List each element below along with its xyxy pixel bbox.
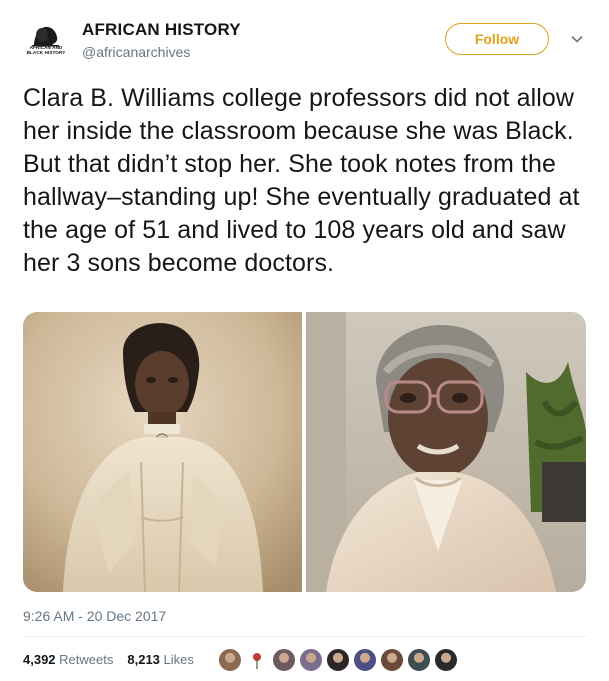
likes-stat[interactable]: 8,213 Likes (127, 652, 194, 667)
avatar-7-icon[interactable] (380, 648, 404, 672)
avatar-rose-icon[interactable] (245, 648, 269, 672)
account-handle[interactable]: @africanarchives (82, 44, 190, 60)
tweet-header: AFRICAN AND BLACK HISTORY AFRICAN HISTOR… (20, 16, 589, 66)
tweet-media (23, 312, 586, 592)
avatar-8-icon[interactable] (407, 648, 431, 672)
avatar-logo-text: AFRICAN AND BLACK HISTORY (26, 45, 66, 55)
vintage-portrait-photo[interactable] (23, 312, 302, 592)
silhouette-logo-icon (20, 16, 70, 66)
avatar-4-icon[interactable] (299, 648, 323, 672)
elderly-woman-portrait-photo[interactable] (306, 312, 586, 592)
tweet-stats: 4,392 Retweets 8,213 Likes (23, 652, 194, 667)
account-avatar[interactable]: AFRICAN AND BLACK HISTORY (20, 16, 70, 66)
avatar-1-icon[interactable] (218, 648, 242, 672)
tweet-timestamp[interactable]: 9:26 AM - 20 Dec 2017 (23, 608, 166, 624)
likes-label: Likes (163, 652, 194, 667)
liker-avatars (218, 646, 461, 674)
avatar-3-icon[interactable] (272, 648, 296, 672)
avatar-5-icon[interactable] (326, 648, 350, 672)
likes-count: 8,213 (127, 652, 160, 667)
tweet-text: Clara B. Williams college professors did… (23, 84, 580, 277)
retweets-label: Retweets (59, 652, 114, 667)
avatar-6-icon[interactable] (353, 648, 377, 672)
follow-button[interactable]: Follow (445, 23, 549, 55)
retweets-stat[interactable]: 4,392 Retweets (23, 652, 113, 667)
stats-divider (23, 636, 586, 637)
chevron-down-icon[interactable] (570, 32, 584, 46)
avatar-9-icon[interactable] (434, 648, 458, 672)
account-display-name[interactable]: AFRICAN HISTORY (82, 20, 241, 40)
retweets-count: 4,392 (23, 652, 56, 667)
